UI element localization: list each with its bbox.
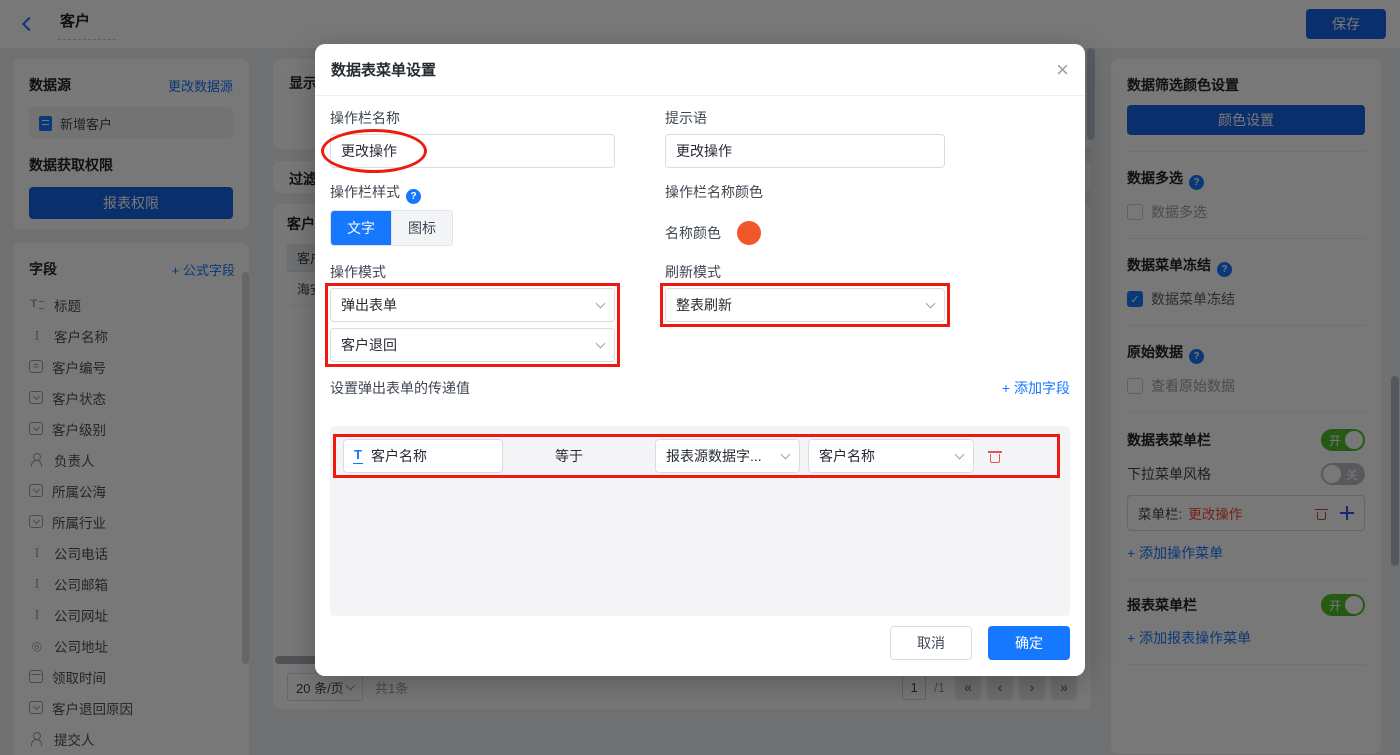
refresh-mode-select[interactable]: 整表刷新 xyxy=(665,288,945,322)
action-mode-value: 弹出表单 xyxy=(341,297,397,313)
refresh-mode-label: 刷新模式 xyxy=(665,264,721,280)
chevron-down-icon xyxy=(595,338,606,349)
name-color-label: 操作栏名称颜色 xyxy=(665,184,763,200)
chevron-down-icon xyxy=(595,298,606,309)
dialog-title: 数据表菜单设置 xyxy=(331,62,437,79)
action-name-input[interactable] xyxy=(330,134,615,168)
refresh-mode-value: 整表刷新 xyxy=(676,297,732,313)
tab-text[interactable]: 文字 xyxy=(331,211,391,245)
action-mode-label: 操作模式 xyxy=(330,264,386,280)
bar-style-tabs: 文字 图标 xyxy=(330,210,453,246)
color-swatch[interactable] xyxy=(737,221,761,245)
name-color-sub-label: 名称颜色 xyxy=(665,225,721,241)
source-value: 报表源数据字... xyxy=(666,448,762,464)
app-window: 客户 保存 数据源 更改数据源 新增客户 数据获取权限 报表权限 字段 + 公式… xyxy=(0,0,1400,755)
text-field-icon xyxy=(353,448,363,464)
cancel-button[interactable]: 取消 xyxy=(890,626,972,660)
action-target-value: 客户退回 xyxy=(341,337,397,353)
close-icon[interactable] xyxy=(1056,59,1069,81)
chevron-down-icon xyxy=(780,449,791,460)
dialog-scrollbar[interactable] xyxy=(1087,48,1095,140)
action-name-label: 操作栏名称 xyxy=(330,110,400,126)
operator-label: 等于 xyxy=(555,448,583,464)
delete-row-icon[interactable] xyxy=(988,449,1002,463)
value-value: 客户名称 xyxy=(819,448,875,464)
chevron-down-icon xyxy=(925,298,936,309)
help-icon[interactable] xyxy=(406,189,421,204)
transfer-field-value[interactable] xyxy=(370,448,493,464)
transfer-values-panel: 等于 报表源数据字... 客户名称 xyxy=(330,426,1070,616)
transfer-row: 等于 报表源数据字... 客户名称 xyxy=(333,434,1060,478)
tab-icon[interactable]: 图标 xyxy=(391,211,452,245)
source-select[interactable]: 报表源数据字... xyxy=(655,439,800,473)
add-field-link[interactable]: + 添加字段 xyxy=(1002,378,1070,398)
tooltip-label: 提示语 xyxy=(665,110,707,126)
page-scrollbar[interactable] xyxy=(1391,376,1399,566)
confirm-button[interactable]: 确定 xyxy=(988,626,1070,660)
tooltip-input[interactable] xyxy=(665,134,945,168)
action-mode-select[interactable]: 弹出表单 xyxy=(330,288,615,322)
bar-style-label: 操作栏样式 xyxy=(330,182,615,204)
value-select[interactable]: 客户名称 xyxy=(808,439,974,473)
table-menu-settings-dialog: 数据表菜单设置 操作栏名称 提示语 操作栏样式 操作栏名称颜色 xyxy=(315,44,1085,676)
chevron-down-icon xyxy=(954,449,965,460)
transfer-values-label: 设置弹出表单的传递值 xyxy=(330,380,470,396)
transfer-field-input[interactable] xyxy=(343,439,503,473)
action-target-select[interactable]: 客户退回 xyxy=(330,328,615,362)
